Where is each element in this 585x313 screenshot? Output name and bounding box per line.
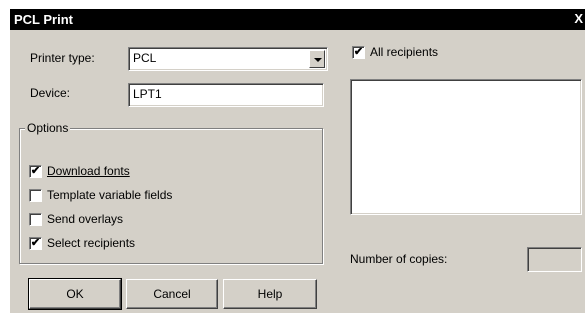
template-variable-fields-label: Template variable fields — [47, 188, 173, 202]
send-overlays-label: Send overlays — [47, 212, 124, 226]
ok-button[interactable]: OK — [28, 278, 122, 310]
pcl-print-dialog: PCL Print X Printer type: PCL Device: LP… — [10, 9, 585, 313]
checkmark-icon: ✔ — [353, 46, 364, 58]
device-label: Device: — [30, 86, 71, 100]
all-recipients-label: All recipients — [370, 45, 439, 59]
device-value: LPT1 — [133, 87, 162, 101]
printer-type-select[interactable]: PCL — [128, 47, 328, 71]
checkbox-icon[interactable]: ✔ — [29, 165, 42, 178]
window-title: PCL Print — [14, 12, 73, 27]
checkbox-icon[interactable] — [29, 189, 42, 202]
download-fonts-label: Download fonts — [47, 164, 130, 178]
printer-type-label: Printer type: — [30, 51, 95, 65]
cancel-button[interactable]: Cancel — [126, 279, 218, 309]
checkbox-icon[interactable] — [29, 213, 42, 226]
select-recipients-label: Select recipients — [47, 236, 136, 250]
device-input[interactable]: LPT1 — [128, 83, 324, 107]
printer-type-value: PCL — [133, 51, 157, 65]
dropdown-button[interactable] — [309, 50, 325, 68]
checkbox-icon[interactable]: ✔ — [29, 237, 42, 250]
checkmark-icon: ✔ — [30, 165, 41, 177]
checkmark-icon: ✔ — [30, 237, 41, 249]
recipients-listbox[interactable] — [350, 79, 582, 215]
copies-label: Number of copies: — [350, 252, 448, 266]
chevron-down-icon — [314, 58, 322, 62]
checkbox-icon[interactable]: ✔ — [352, 46, 365, 59]
title-bar: PCL Print X — [10, 9, 585, 30]
options-legend: Options — [25, 121, 71, 135]
help-button[interactable]: Help — [223, 279, 317, 309]
close-icon[interactable]: X — [574, 11, 583, 26]
copies-input[interactable] — [527, 247, 582, 272]
